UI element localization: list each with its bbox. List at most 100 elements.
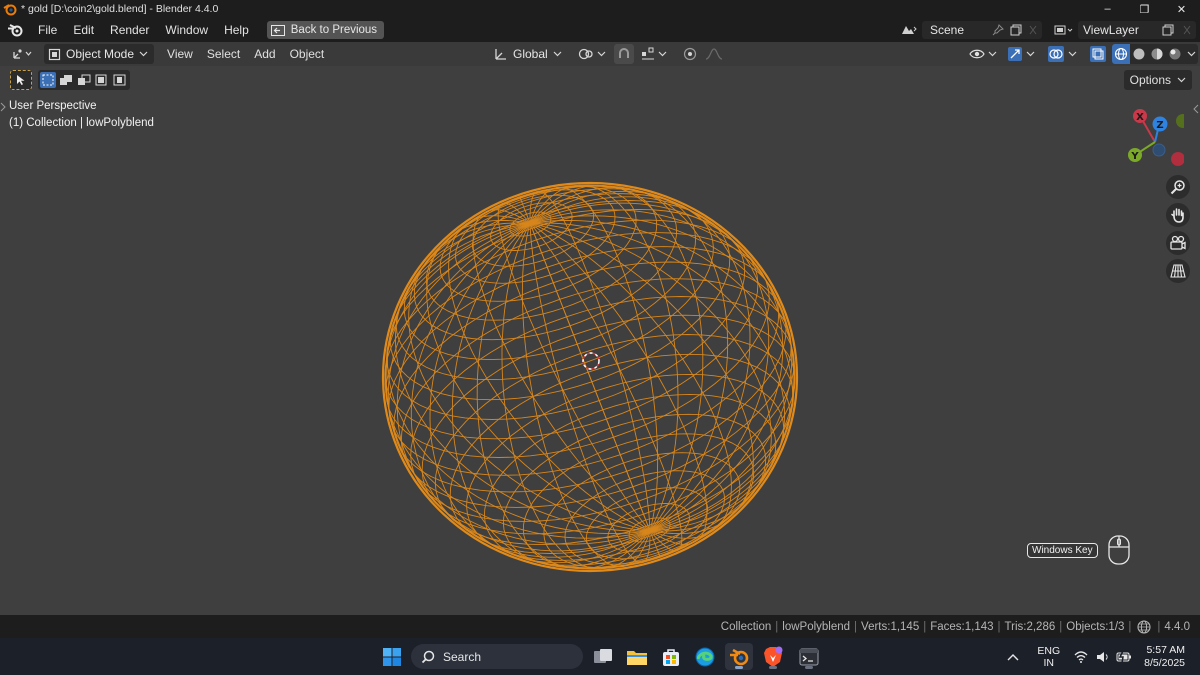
gizmo-y-label: Y bbox=[1130, 151, 1139, 162]
blender-icon bbox=[730, 648, 749, 665]
snap-toggle[interactable] bbox=[613, 44, 634, 64]
viewport-info-overlay: User Perspective (1) Collection | lowPol… bbox=[9, 98, 154, 132]
blender-taskbar-button[interactable] bbox=[725, 643, 753, 670]
visibility-selector[interactable] bbox=[966, 44, 1000, 64]
view-layer-icon[interactable] bbox=[1048, 21, 1078, 39]
menu-window[interactable]: Window bbox=[157, 18, 216, 42]
edge-icon bbox=[695, 647, 715, 666]
menu-edit[interactable]: Edit bbox=[65, 18, 102, 42]
menu-file[interactable]: File bbox=[30, 18, 65, 42]
maximize-button[interactable]: ❐ bbox=[1126, 0, 1163, 18]
taskbar-search-box[interactable]: Search bbox=[411, 644, 583, 669]
viewport-header: Object Mode View Select Add Object Globa… bbox=[0, 42, 1200, 66]
menu-select[interactable]: Select bbox=[200, 47, 247, 61]
file-explorer-button[interactable] bbox=[623, 643, 651, 670]
gizmo-x-label: X bbox=[1136, 112, 1144, 123]
scene-name-field[interactable]: Scene bbox=[922, 21, 1042, 39]
chevron-down-icon bbox=[1068, 51, 1077, 57]
falloff-selector[interactable] bbox=[704, 44, 726, 64]
new-scene-icon[interactable] bbox=[1010, 24, 1022, 36]
delete-view-layer-icon[interactable] bbox=[1182, 24, 1192, 36]
menu-render[interactable]: Render bbox=[102, 18, 157, 42]
open-app-indicator bbox=[805, 666, 813, 669]
back-to-previous-button[interactable]: Back to Previous bbox=[266, 21, 385, 39]
top-menu-bar: File Edit Render Window Help Back to Pre… bbox=[0, 18, 1200, 42]
wifi-icon[interactable] bbox=[1074, 650, 1088, 663]
chevron-down-icon bbox=[988, 51, 997, 57]
xray-icon bbox=[1090, 46, 1106, 62]
toolbar-expand-arrow-icon[interactable] bbox=[0, 102, 6, 112]
task-view-button[interactable] bbox=[589, 643, 617, 670]
chevron-down-icon bbox=[658, 51, 667, 57]
wireframe-sphere-mesh[interactable] bbox=[370, 172, 810, 582]
system-clock[interactable]: 5:57 AM 8/5/2025 bbox=[1144, 644, 1185, 670]
menu-object[interactable]: Object bbox=[283, 47, 332, 61]
view-layer-name: ViewLayer bbox=[1083, 23, 1139, 37]
subtract-selection-button[interactable] bbox=[76, 72, 92, 88]
select-tool-button[interactable] bbox=[10, 70, 32, 90]
status-objects: Objects:1/3 bbox=[1066, 620, 1125, 633]
editor-type-selector[interactable] bbox=[6, 44, 40, 64]
edge-browser-button[interactable] bbox=[691, 643, 719, 670]
pan-button[interactable] bbox=[1166, 203, 1190, 227]
brave-browser-button[interactable] bbox=[759, 643, 787, 670]
menu-add[interactable]: Add bbox=[247, 47, 282, 61]
sidebar-expand-arrow-icon[interactable] bbox=[1193, 104, 1199, 114]
xray-toggle[interactable] bbox=[1088, 44, 1108, 64]
select-extend-icon bbox=[60, 75, 72, 85]
mode-selector[interactable]: Object Mode bbox=[44, 44, 155, 64]
chevron-down-icon bbox=[553, 51, 562, 57]
select-intersect-icon bbox=[113, 74, 126, 86]
scene-name: Scene bbox=[930, 23, 965, 37]
snap-target-selector[interactable] bbox=[638, 44, 670, 64]
menu-help[interactable]: Help bbox=[216, 18, 257, 42]
view-layer-field[interactable]: ViewLayer bbox=[1078, 21, 1196, 39]
minimize-button[interactable]: – bbox=[1089, 0, 1126, 18]
battery-charging-icon[interactable] bbox=[1116, 650, 1132, 663]
transform-orientation-selector[interactable]: Global bbox=[490, 44, 566, 64]
back-to-previous-label: Back to Previous bbox=[290, 24, 378, 36]
axis-editor-icon bbox=[13, 49, 32, 59]
wireframe-shading-button[interactable] bbox=[1112, 44, 1130, 64]
extend-selection-button[interactable] bbox=[58, 72, 74, 88]
difference-selection-button[interactable] bbox=[94, 72, 110, 88]
pivot-point-selector[interactable] bbox=[574, 44, 610, 64]
delete-scene-icon[interactable] bbox=[1028, 24, 1038, 36]
volume-icon[interactable] bbox=[1096, 651, 1110, 663]
chevron-down-icon bbox=[1187, 51, 1195, 57]
zoom-button[interactable] bbox=[1166, 175, 1190, 199]
status-verts: Verts:1,145 bbox=[861, 620, 920, 633]
terminal-button[interactable] bbox=[795, 643, 823, 670]
perspective-toggle-button[interactable] bbox=[1166, 259, 1190, 283]
eye-icon bbox=[969, 49, 985, 59]
blender-menu-icon[interactable] bbox=[0, 18, 30, 42]
overlays-toggle[interactable] bbox=[1044, 44, 1080, 64]
proportional-edit-toggle[interactable] bbox=[680, 44, 700, 64]
screen-back-icon bbox=[270, 24, 285, 36]
navigation-gizmo[interactable]: X Z Y bbox=[1122, 108, 1184, 170]
intersect-selection-button[interactable] bbox=[112, 72, 128, 88]
gizmo-toggle[interactable] bbox=[1004, 44, 1038, 64]
material-shading-button[interactable] bbox=[1148, 44, 1166, 64]
start-button[interactable] bbox=[378, 643, 406, 670]
windows-logo-icon bbox=[383, 647, 401, 666]
options-dropdown[interactable]: Options bbox=[1123, 70, 1192, 90]
camera-view-button[interactable] bbox=[1166, 231, 1190, 255]
gizmo-arrow-icon bbox=[1008, 47, 1022, 61]
shading-options-dropdown[interactable] bbox=[1184, 44, 1198, 64]
3d-viewport[interactable]: Object Mode View Select Add Object Globa… bbox=[0, 42, 1200, 615]
scene-icon[interactable] bbox=[896, 21, 922, 39]
mouse-icon bbox=[1107, 535, 1130, 565]
set-new-selection-button[interactable] bbox=[40, 72, 56, 88]
rendered-shading-button[interactable] bbox=[1166, 44, 1184, 64]
chevron-up-icon[interactable] bbox=[1007, 653, 1019, 661]
globe-icon[interactable] bbox=[1137, 619, 1151, 634]
microsoft-store-button[interactable] bbox=[657, 643, 685, 670]
clock-time: 5:57 AM bbox=[1146, 643, 1185, 656]
close-button[interactable]: ✕ bbox=[1163, 0, 1200, 18]
input-language-indicator[interactable]: ENG IN bbox=[1037, 645, 1060, 669]
solid-shading-button[interactable] bbox=[1130, 44, 1148, 64]
pin-icon[interactable] bbox=[992, 24, 1004, 36]
new-view-layer-icon[interactable] bbox=[1162, 24, 1174, 36]
menu-view[interactable]: View bbox=[160, 47, 200, 61]
